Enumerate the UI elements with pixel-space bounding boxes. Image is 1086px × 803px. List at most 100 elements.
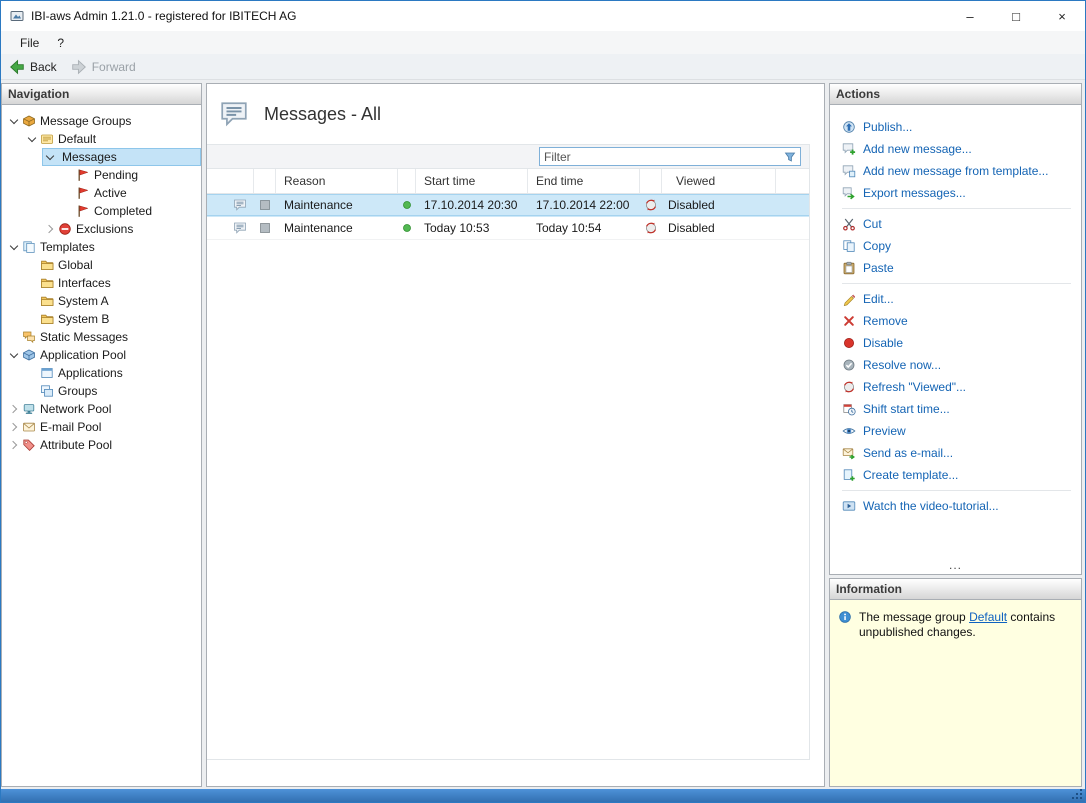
action-publish[interactable]: Publish... (830, 116, 1081, 138)
tree-item-e-mail-pool[interactable]: E-mail Pool (2, 418, 201, 436)
tree-item-network-pool[interactable]: Network Pool (2, 400, 201, 418)
back-button[interactable]: Back (9, 59, 57, 75)
column-header-viewed-icon[interactable] (640, 169, 662, 193)
tree-indent (2, 220, 42, 238)
tree-item-label: Pending (94, 168, 138, 182)
filter-box (539, 147, 801, 166)
cell-color (254, 217, 276, 239)
action-cut[interactable]: Cut (830, 213, 1081, 235)
action-add-new-message[interactable]: Add new message... (830, 138, 1081, 160)
information-body: The message group Default contains unpub… (830, 600, 1081, 786)
chevron-placeholder (24, 311, 40, 327)
color-square-icon (258, 221, 272, 235)
column-header-color[interactable] (254, 169, 276, 193)
tree-indent (2, 148, 42, 166)
tree-item-label: Interfaces (58, 276, 111, 290)
action-watch-the-video-tutorial[interactable]: Watch the video-tutorial... (830, 495, 1081, 517)
tree-item-interfaces[interactable]: Interfaces (2, 274, 201, 292)
folder-icon (40, 312, 54, 326)
action-disable[interactable]: Disable (830, 332, 1081, 354)
tree-item-inner: Templates (6, 238, 201, 256)
action-copy[interactable]: Copy (830, 235, 1081, 257)
chevron-down-icon[interactable] (42, 149, 58, 165)
chevron-right-icon[interactable] (6, 419, 22, 435)
action-resolve-now[interactable]: Resolve now... (830, 354, 1081, 376)
action-shift-start-time[interactable]: Shift start time... (830, 398, 1081, 420)
tree-item-active[interactable]: Active (2, 184, 201, 202)
close-button[interactable]: × (1039, 1, 1085, 31)
action-label: Disable (863, 336, 903, 350)
action-add-new-message-from-template[interactable]: Add new message from template... (830, 160, 1081, 182)
chevron-down-icon[interactable] (6, 347, 22, 363)
tree-item-system-a[interactable]: System A (2, 292, 201, 310)
message-row[interactable]: Maintenance17.10.2014 20:3017.10.2014 22… (207, 194, 809, 217)
action-paste[interactable]: Paste (830, 257, 1081, 279)
edit-icon (842, 292, 856, 306)
chevron-down-icon[interactable] (24, 131, 40, 147)
action-refresh-viewed[interactable]: Refresh "Viewed"... (830, 376, 1081, 398)
tree-item-label: Application Pool (40, 348, 126, 362)
tree-item-pending[interactable]: Pending (2, 166, 201, 184)
tree-item-exclusions[interactable]: Exclusions (2, 220, 201, 238)
action-export-messages[interactable]: Export messages... (830, 182, 1081, 204)
minimize-button[interactable]: – (947, 1, 993, 31)
menu-help[interactable]: ? (48, 33, 73, 53)
remove-icon (842, 314, 856, 328)
tree-item-messages[interactable]: Messages (2, 148, 201, 166)
column-header-reason[interactable]: Reason (276, 169, 398, 193)
tree-item-groups[interactable]: Groups (2, 382, 201, 400)
default-group-link[interactable]: Default (969, 610, 1007, 624)
action-send-as-e-mail[interactable]: Send as e-mail... (830, 442, 1081, 464)
tree-item-applications[interactable]: Applications (2, 364, 201, 382)
viewed-icon (644, 198, 658, 212)
tree-indent (2, 130, 24, 148)
message-row[interactable]: MaintenanceToday 10:53Today 10:54Disable… (207, 217, 809, 240)
tree-item-static-messages[interactable]: Static Messages (2, 328, 201, 346)
add-message-template-icon (842, 164, 856, 178)
actions-overflow-indicator[interactable]: ... (830, 562, 1081, 574)
folder-icon (40, 276, 54, 290)
tree-item-inner: Application Pool (6, 346, 201, 364)
chevron-right-icon[interactable] (42, 221, 58, 237)
cell-reason: Maintenance (276, 217, 398, 239)
action-edit[interactable]: Edit... (830, 288, 1081, 310)
resize-grip[interactable] (1071, 789, 1085, 802)
tree-item-attribute-pool[interactable]: Attribute Pool (2, 436, 201, 454)
tree-item-completed[interactable]: Completed (2, 202, 201, 220)
chevron-placeholder (24, 293, 40, 309)
action-preview[interactable]: Preview (830, 420, 1081, 442)
tree-item-application-pool[interactable]: Application Pool (2, 346, 201, 364)
chevron-right-icon[interactable] (6, 401, 22, 417)
messages-page-icon (219, 99, 249, 129)
tree-item-inner: Active (60, 184, 201, 202)
resolve-icon (842, 358, 856, 372)
forward-button[interactable]: Forward (71, 59, 136, 75)
copy-icon (842, 239, 856, 253)
menu-file[interactable]: File (11, 33, 48, 53)
column-header-type[interactable] (226, 169, 254, 193)
back-label: Back (30, 60, 57, 74)
tree-item-default[interactable]: Default (2, 130, 201, 148)
action-label: Copy (863, 239, 891, 253)
action-label: Refresh "Viewed"... (863, 380, 966, 394)
tree-item-system-b[interactable]: System B (2, 310, 201, 328)
info-icon (838, 610, 852, 624)
column-header-end-time[interactable]: End time (528, 169, 640, 193)
filter-input[interactable] (540, 148, 783, 165)
action-create-template[interactable]: Create template... (830, 464, 1081, 486)
chevron-right-icon[interactable] (6, 437, 22, 453)
column-header-start-time[interactable]: Start time (416, 169, 528, 193)
actions-panel: Actions Publish...Add new message...Add … (829, 83, 1082, 575)
maximize-button[interactable]: □ (993, 1, 1039, 31)
disable-icon (842, 336, 856, 350)
tree-item-global[interactable]: Global (2, 256, 201, 274)
tree-item-templates[interactable]: Templates (2, 238, 201, 256)
tree-item-message-groups[interactable]: Message Groups (2, 112, 201, 130)
column-header-status[interactable] (398, 169, 416, 193)
action-label: Send as e-mail... (863, 446, 953, 460)
chevron-down-icon[interactable] (6, 113, 22, 129)
action-remove[interactable]: Remove (830, 310, 1081, 332)
chevron-down-icon[interactable] (6, 239, 22, 255)
column-header-viewed[interactable]: Viewed (662, 169, 776, 193)
filter-icon[interactable] (783, 150, 797, 164)
